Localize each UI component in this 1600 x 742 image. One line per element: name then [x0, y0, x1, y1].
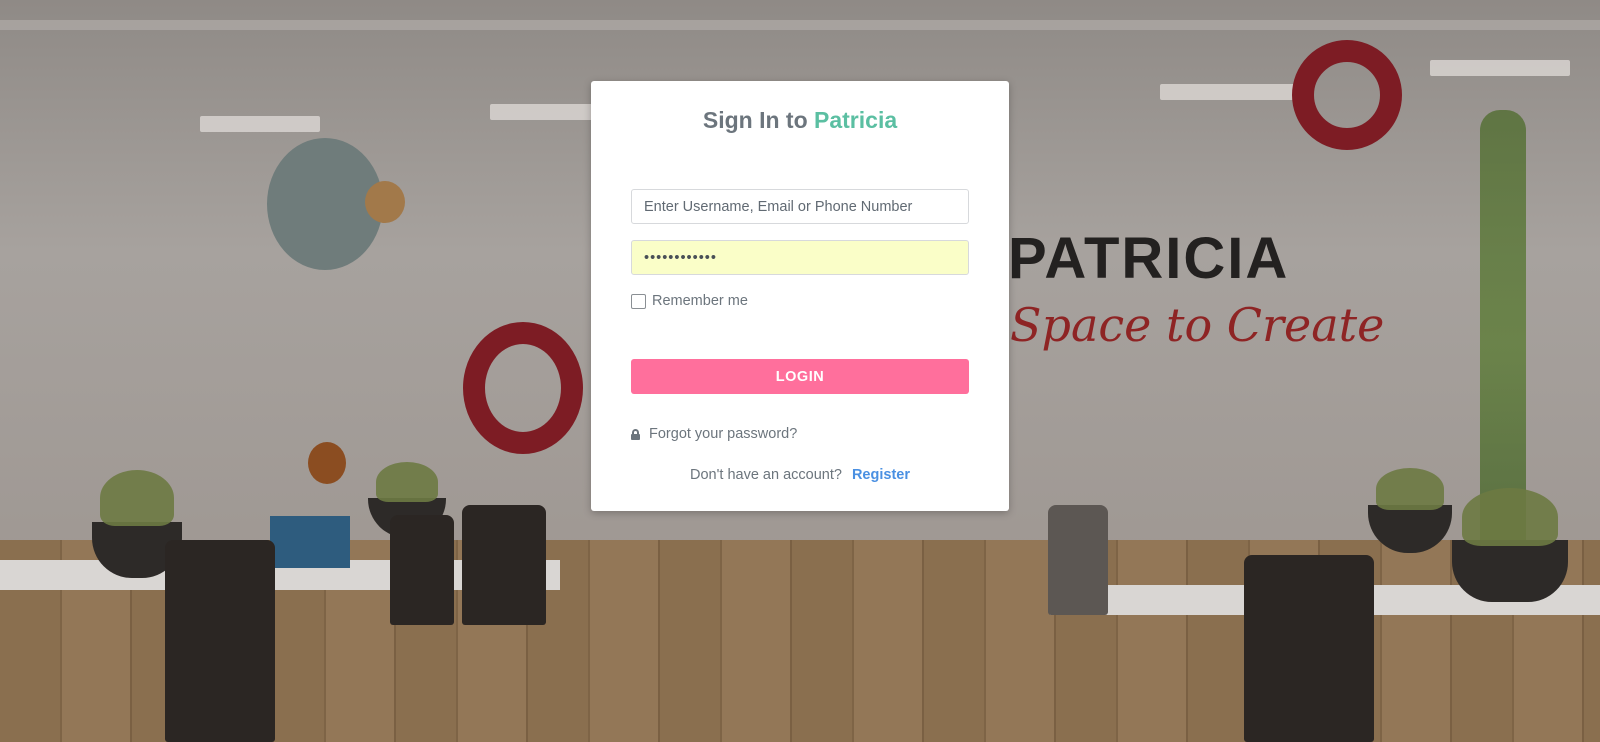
plant-leaves	[1376, 468, 1444, 510]
chair	[1048, 505, 1108, 615]
wall-ring	[463, 322, 583, 454]
remember-me[interactable]: Remember me	[631, 293, 748, 309]
lock-icon	[631, 428, 640, 440]
register-link[interactable]: Register	[852, 467, 910, 483]
ceiling-light	[1160, 84, 1300, 100]
laptop	[270, 516, 350, 568]
wall-tagline: Space to Create	[1010, 298, 1385, 352]
title-prefix: Sign In to	[702, 107, 808, 133]
wall-ring	[1292, 40, 1402, 150]
plant-leaves	[376, 462, 438, 502]
wall-circle	[308, 442, 346, 484]
forgot-password-link[interactable]: Forgot your password?	[631, 426, 797, 442]
username-input[interactable]	[631, 189, 969, 224]
plant-leaves	[1462, 488, 1558, 546]
wall-circle	[365, 181, 405, 223]
title-brand: Patricia	[814, 107, 898, 133]
password-input[interactable]	[631, 240, 969, 275]
chair	[165, 540, 275, 742]
login-card: Sign In to Patricia Remember me LOGIN Fo…	[591, 81, 1009, 511]
planter	[1452, 540, 1568, 602]
plant-leaves	[100, 470, 174, 526]
remember-me-label: Remember me	[652, 293, 748, 309]
ceiling-pipe	[0, 20, 1600, 30]
chair	[1244, 555, 1374, 742]
chair	[462, 505, 546, 625]
remember-me-checkbox[interactable]	[631, 293, 646, 309]
chair	[390, 515, 454, 625]
ceiling-light	[200, 116, 320, 132]
page-title: Sign In to Patricia	[591, 107, 1009, 134]
forgot-password-label[interactable]: Forgot your password?	[649, 426, 797, 442]
ceiling-light	[1430, 60, 1570, 76]
register-row: Don't have an account? Register	[591, 467, 1009, 483]
login-button[interactable]: LOGIN	[631, 359, 969, 394]
no-account-text: Don't have an account?	[690, 467, 842, 483]
wall-brand-text: PATRICIA	[1008, 226, 1290, 291]
